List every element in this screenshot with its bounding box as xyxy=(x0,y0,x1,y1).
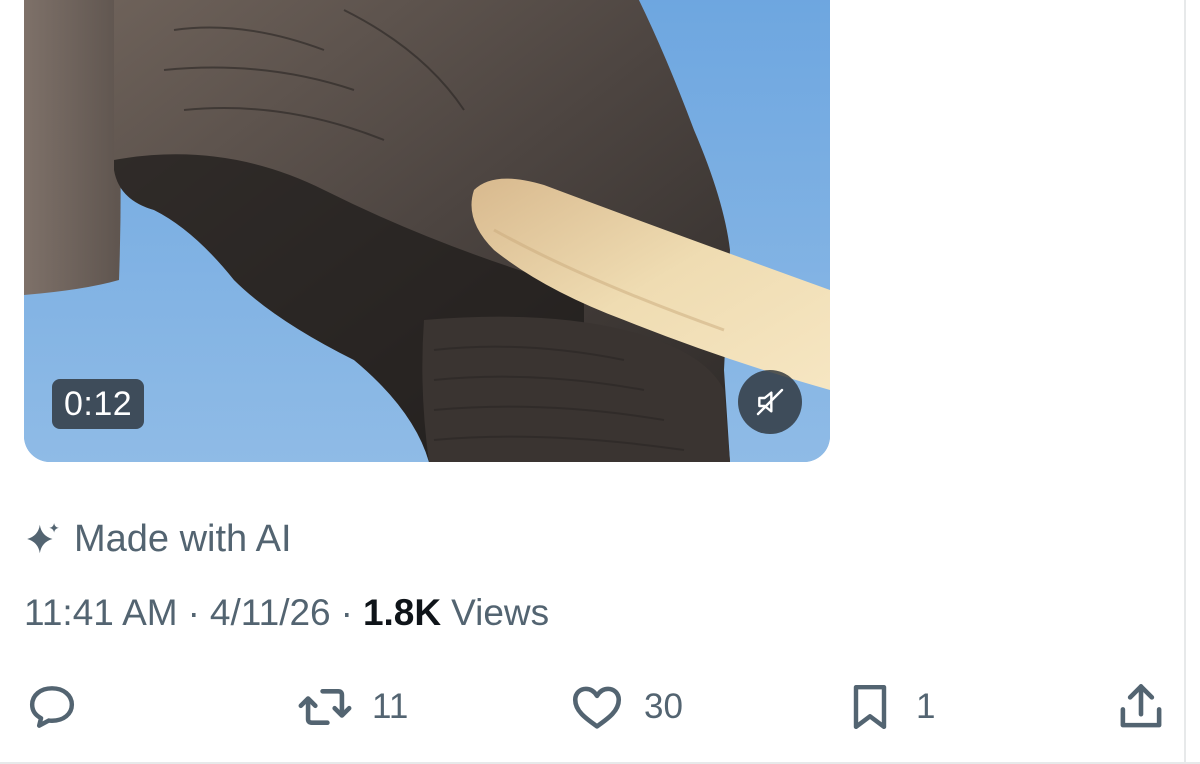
repost-button[interactable]: 11 xyxy=(296,676,408,738)
repost-icon xyxy=(298,688,352,726)
heart-icon xyxy=(572,686,622,729)
tweet-meta: 11:41 AM · 4/11/26 · 1.8K Views xyxy=(24,588,549,638)
video-frame xyxy=(24,0,830,462)
bookmark-button[interactable]: 1 xyxy=(842,676,935,738)
tweet-date[interactable]: 4/11/26 xyxy=(210,592,331,634)
sparkle-icon xyxy=(27,523,59,554)
tweet-time[interactable]: 11:41 AM xyxy=(24,592,178,634)
video-duration-badge: 0:12 xyxy=(52,379,145,429)
tweet-detail: 0:12 Made with AI 11:41 AM · 4/11/26 · 1… xyxy=(0,0,1200,764)
share-icon xyxy=(1120,684,1162,728)
views-label: Views xyxy=(451,592,550,633)
bookmark-icon xyxy=(853,684,887,730)
reply-button[interactable] xyxy=(24,676,80,738)
ai-label-text: Made with AI xyxy=(74,517,292,560)
views-count: 1.8K xyxy=(362,592,442,633)
like-button[interactable]: 30 xyxy=(568,676,683,738)
bookmark-count: 1 xyxy=(916,687,936,726)
ai-content-label[interactable]: Made with AI xyxy=(24,514,292,564)
video-player[interactable]: 0:12 xyxy=(24,0,830,462)
meta-separator: · xyxy=(187,592,200,633)
reply-icon xyxy=(29,686,75,728)
column-divider xyxy=(1184,0,1186,764)
repost-count: 11 xyxy=(372,687,409,726)
share-button[interactable] xyxy=(1112,676,1170,738)
like-count: 30 xyxy=(644,687,683,726)
mute-button[interactable] xyxy=(738,370,802,434)
video-duration: 0:12 xyxy=(64,385,133,423)
speaker-muted-icon xyxy=(756,388,784,416)
meta-separator: · xyxy=(340,592,353,633)
